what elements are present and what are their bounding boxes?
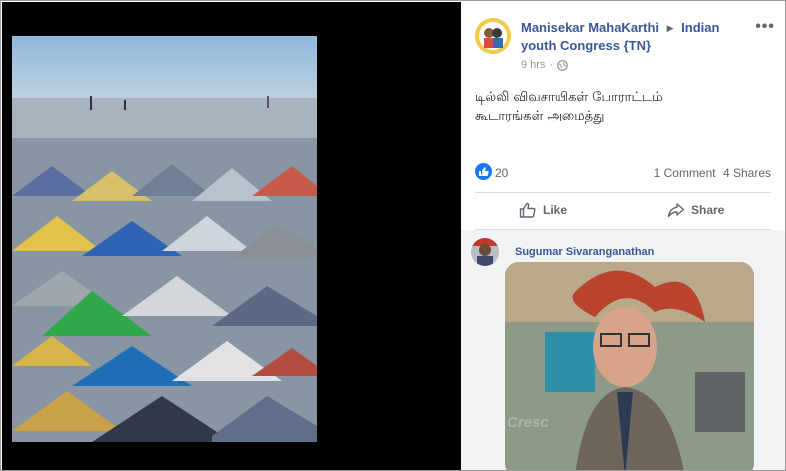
post-actions: Like Share <box>475 199 771 225</box>
triangle-right-icon: ▶ <box>666 23 674 33</box>
share-count-link[interactable]: 4 Shares <box>723 166 771 180</box>
author-avatar[interactable] <box>475 18 511 54</box>
share-button[interactable]: Share <box>667 202 724 218</box>
author-name-link[interactable]: Manisekar MahaKarthi <box>521 20 659 35</box>
post-time-link[interactable]: 9 hrs <box>521 59 545 71</box>
meta-separator: · <box>549 59 554 71</box>
share-button-label: Share <box>691 203 725 217</box>
like-count[interactable]: 20 <box>495 166 508 180</box>
reaction-stats: 20 1 Comment 4 Shares <box>475 162 771 184</box>
post-meta: 9 hrs · <box>521 59 569 71</box>
like-button-label: Like <box>543 203 568 217</box>
comments-section: Sugumar Sivaranganathan Cresc <box>461 230 785 470</box>
thumbs-up-icon[interactable] <box>475 163 492 180</box>
thumbs-up-outline-icon <box>519 202 536 218</box>
commenter-avatar[interactable] <box>471 238 499 266</box>
photo-viewer[interactable] <box>2 2 461 470</box>
author-line: Manisekar MahaKarthi ▶ Indian youth Cong… <box>521 19 757 55</box>
post-text-line-2: கூடாரங்கள் அமைத்து <box>475 109 605 124</box>
post-text: டில்லி விவசாயிகள் போராட்டம் கூடாரங்கள் அ… <box>475 88 775 126</box>
comment-share-counts: 1 Comment 4 Shares <box>650 166 771 180</box>
like-button[interactable]: Like <box>519 202 567 218</box>
comment-image[interactable]: Cresc <box>505 262 754 470</box>
post-sidebar: Manisekar MahaKarthi ▶ Indian youth Cong… <box>461 2 785 470</box>
globe-icon[interactable] <box>557 59 569 71</box>
tent-camp-photo[interactable] <box>12 36 317 442</box>
more-options-icon[interactable]: ••• <box>755 18 775 36</box>
watermark-text: Cresc <box>507 414 549 431</box>
share-arrow-icon <box>667 203 685 218</box>
comment-count-link[interactable]: 1 Comment <box>654 166 716 180</box>
post-text-line-1: டில்லி விவசாயிகள் போராட்டம் <box>475 90 663 105</box>
stats-divider <box>475 192 771 193</box>
post-header: Manisekar MahaKarthi ▶ Indian youth Cong… <box>475 18 775 78</box>
facebook-photo-theater: Manisekar MahaKarthi ▶ Indian youth Cong… <box>0 0 786 471</box>
commenter-name-link[interactable]: Sugumar Sivaranganathan <box>515 246 654 258</box>
